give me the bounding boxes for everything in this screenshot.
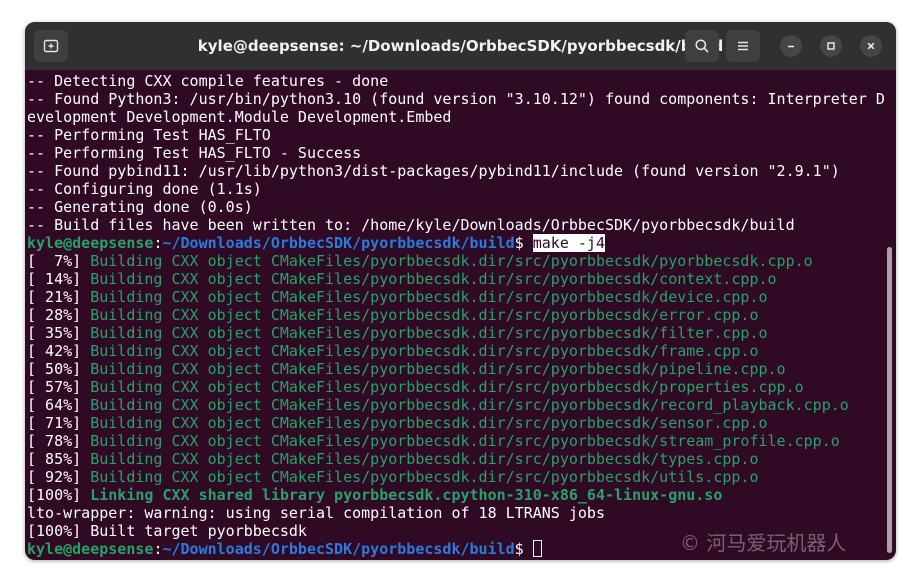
build-text: Building CXX object CMakeFiles/pyorbbecs… xyxy=(90,396,849,414)
progress-percent: [ 92%] xyxy=(27,468,91,486)
progress-percent: [ 57%] xyxy=(27,378,91,396)
progress-percent: [ 42%] xyxy=(27,342,91,360)
build-text: Building CXX object CMakeFiles/pyorbbecs… xyxy=(90,288,768,306)
progress-percent: [ 35%] xyxy=(27,324,91,342)
build-text: Building CXX object CMakeFiles/pyorbbecs… xyxy=(90,342,759,360)
scrollbar[interactable] xyxy=(887,247,892,553)
search-button[interactable] xyxy=(685,30,719,62)
progress-percent: [ 85%] xyxy=(27,450,91,468)
build-line: [ 92%] Building CXX object CMakeFiles/py… xyxy=(27,468,887,486)
prompt-user: kyle@deepsense xyxy=(27,540,154,558)
warning-line: lto-wrapper: warning: using serial compi… xyxy=(27,504,605,522)
output-line: -- Configuring done (1.1s) xyxy=(27,180,262,198)
build-line: [ 7%] Building CXX object CMakeFiles/pyo… xyxy=(27,252,887,270)
build-text: Building CXX object CMakeFiles/pyorbbecs… xyxy=(90,432,840,450)
title-bar[interactable]: kyle@deepsense: ~/Downloads/OrbbecSDK/py… xyxy=(25,22,896,70)
build-text: Building CXX object CMakeFiles/pyorbbecs… xyxy=(90,360,786,378)
output-line: -- Found pybind11: /usr/lib/python3/dist… xyxy=(27,162,840,180)
build-line: [ 64%] Building CXX object CMakeFiles/py… xyxy=(27,396,887,414)
build-text: Building CXX object CMakeFiles/pyorbbecs… xyxy=(90,414,768,432)
close-icon xyxy=(867,42,875,50)
progress-percent: [100%] xyxy=(27,486,91,504)
build-line: [ 42%] Building CXX object CMakeFiles/py… xyxy=(27,342,887,360)
prompt-dollar: $ xyxy=(514,540,533,558)
prompt-user: kyle@deepsense xyxy=(27,234,154,252)
progress-percent: [ 64%] xyxy=(27,396,91,414)
new-tab-icon xyxy=(43,39,59,53)
build-text: Building CXX object CMakeFiles/pyorbbecs… xyxy=(90,252,813,270)
build-line: [ 57%] Building CXX object CMakeFiles/py… xyxy=(27,378,887,396)
text-cursor xyxy=(532,540,542,557)
terminal-window: kyle@deepsense: ~/Downloads/OrbbecSDK/py… xyxy=(25,22,896,560)
command-text: make -j4 xyxy=(532,234,605,252)
close-button[interactable] xyxy=(860,35,882,57)
build-text: Building CXX object CMakeFiles/pyorbbecs… xyxy=(90,324,768,342)
output-line: -- Detecting CXX compile features - done xyxy=(27,72,389,90)
progress-percent: [ 78%] xyxy=(27,432,91,450)
prompt-path: ~/Downloads/OrbbecSDK/pyorbbecsdk/build xyxy=(162,234,515,252)
menu-button[interactable] xyxy=(726,30,760,62)
output-line: -- Performing Test HAS_FLTO xyxy=(27,126,271,144)
output-line: -- Performing Test HAS_FLTO - Success xyxy=(27,144,362,162)
output-line: -- Generating done (0.0s) xyxy=(27,198,253,216)
window-title: kyle@deepsense: ~/Downloads/OrbbecSDK/py… xyxy=(197,37,724,55)
progress-percent: [ 14%] xyxy=(27,270,91,288)
hamburger-menu-icon xyxy=(738,41,748,51)
build-text: Building CXX object CMakeFiles/pyorbbecs… xyxy=(90,378,804,396)
search-icon xyxy=(695,39,709,53)
build-text: Building CXX object CMakeFiles/pyorbbecs… xyxy=(90,270,777,288)
build-text: Building CXX object CMakeFiles/pyorbbecs… xyxy=(90,450,759,468)
build-line: [ 78%] Building CXX object CMakeFiles/py… xyxy=(27,432,887,450)
prompt-path: ~/Downloads/OrbbecSDK/pyorbbecsdk/build xyxy=(162,540,515,558)
output-line: evelopment Development.Module Developmen… xyxy=(27,108,452,126)
watermark-text: © 河马爱玩机器人 xyxy=(680,531,847,555)
progress-percent: [ 21%] xyxy=(27,288,91,306)
progress-percent: [ 50%] xyxy=(27,360,91,378)
build-line: [ 21%] Building CXX object CMakeFiles/py… xyxy=(27,288,887,306)
maximize-button[interactable] xyxy=(820,35,842,57)
prompt-dollar: $ xyxy=(514,234,533,252)
progress-percent: [ 71%] xyxy=(27,414,91,432)
build-line: [ 50%] Building CXX object CMakeFiles/py… xyxy=(27,360,887,378)
minimize-button[interactable] xyxy=(780,35,802,57)
new-tab-button[interactable] xyxy=(34,30,68,62)
build-line: [ 35%] Building CXX object CMakeFiles/py… xyxy=(27,324,887,342)
build-line: [ 14%] Building CXX object CMakeFiles/py… xyxy=(27,270,887,288)
output-line: -- Found Python3: /usr/bin/python3.10 (f… xyxy=(27,90,885,108)
build-line: [ 71%] Building CXX object CMakeFiles/py… xyxy=(27,414,887,432)
build-text: Building CXX object CMakeFiles/pyorbbecs… xyxy=(90,306,759,324)
link-text: Linking CXX shared library pyorbbecsdk.c… xyxy=(90,486,723,504)
progress-percent: [ 7%] xyxy=(27,252,91,270)
maximize-icon xyxy=(827,42,835,50)
build-text: Building CXX object CMakeFiles/pyorbbecs… xyxy=(90,468,759,486)
prompt-line: kyle@deepsense:~/Downloads/OrbbecSDK/pyo… xyxy=(27,234,887,252)
build-line: [ 28%] Building CXX object CMakeFiles/py… xyxy=(27,306,887,324)
link-line: [100%] Linking CXX shared library pyorbb… xyxy=(27,486,887,504)
terminal-output[interactable]: -- Detecting CXX compile features - done… xyxy=(27,72,887,560)
minimize-icon xyxy=(788,45,794,48)
build-line: [ 85%] Building CXX object CMakeFiles/py… xyxy=(27,450,887,468)
output-line: -- Build files have been written to: /ho… xyxy=(27,216,795,234)
progress-percent: [ 28%] xyxy=(27,306,91,324)
